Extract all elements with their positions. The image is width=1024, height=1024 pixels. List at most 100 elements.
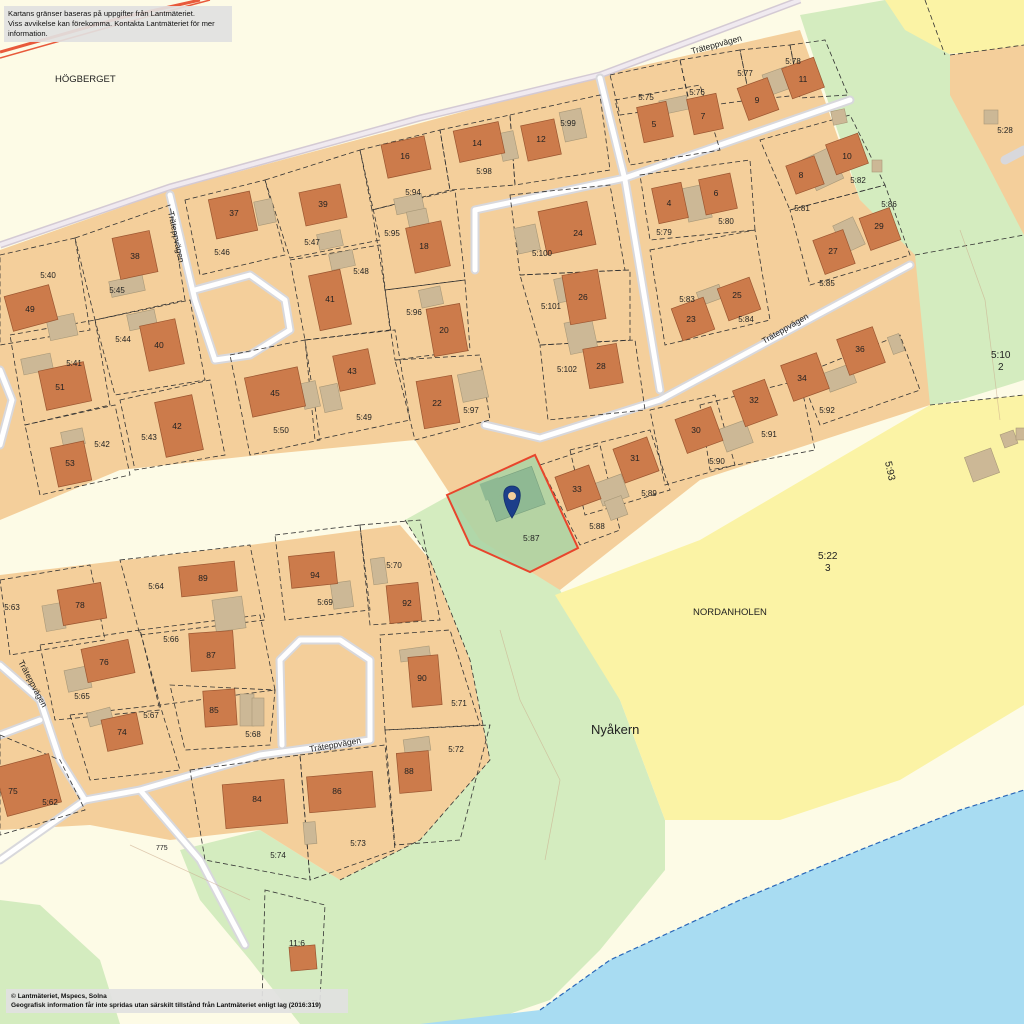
house-number: 78 — [75, 600, 85, 610]
parcel-id: 5:82 — [850, 176, 866, 185]
parcel-id: 5:79 — [656, 228, 672, 237]
house-number: 30 — [691, 425, 701, 435]
parcel-id: 5:89 — [641, 489, 657, 498]
parcel-id: 5:81 — [794, 204, 810, 213]
house-number: 16 — [400, 151, 410, 161]
house-number: 27 — [828, 246, 838, 256]
parcel-id: 5:43 — [141, 433, 157, 442]
parcel-id: 5:74 — [270, 851, 286, 860]
house-number: 34 — [797, 373, 807, 383]
parcel-id: 5:67 — [143, 711, 159, 720]
parcel-id: 5:102 — [557, 365, 578, 374]
parcel-id: 5:68 — [245, 730, 261, 739]
house-number: 51 — [55, 382, 65, 392]
house-number: 8 — [799, 170, 804, 180]
house-number: 43 — [347, 366, 357, 376]
parcel-id: 5:91 — [761, 430, 777, 439]
parcel-id: 5:86 — [881, 200, 897, 209]
boundary-disclaimer: Kartans gränser baseras på uppgifter frå… — [4, 6, 232, 42]
parcel-id: 5:75 — [638, 93, 654, 102]
parcel-id: 5:71 — [451, 699, 467, 708]
house-number: 26 — [578, 292, 588, 302]
house-number: 22 — [432, 398, 442, 408]
parcel-id: 5:62 — [42, 798, 58, 807]
house-number: 40 — [154, 340, 164, 350]
parcel-id: 5:69 — [317, 598, 333, 607]
house-number: 84 — [252, 794, 262, 804]
parcel-label-5-22: 5:22 — [818, 551, 838, 562]
house-number: 32 — [749, 395, 759, 405]
parcel-id: 5:47 — [304, 238, 320, 247]
parcel-id: 5:72 — [448, 745, 464, 754]
parcel-id: 5:98 — [476, 167, 492, 176]
house-number: 37 — [229, 208, 239, 218]
house-number: 12 — [536, 134, 546, 144]
place-label-nordanholen: NORDANHOLEN — [693, 607, 767, 618]
house-number: 25 — [732, 290, 742, 300]
house-number: 18 — [419, 241, 429, 251]
parcel-label-5-10: 5:10 — [991, 350, 1011, 361]
parcel-id: 5:65 — [74, 692, 90, 701]
property-map[interactable]: HÖGBERGET NORDANHOLEN Nyåkern 775 Trätep… — [0, 0, 1024, 1024]
house-number: 11:6 — [289, 938, 305, 948]
house-number: 90 — [417, 673, 427, 683]
house-number: 10 — [842, 151, 852, 161]
elevation-label: 775 — [156, 845, 168, 852]
house-number: 11 — [799, 74, 808, 84]
house-number: 88 — [404, 766, 414, 776]
parcel-id: 5:70 — [386, 561, 402, 570]
house-number: 28 — [596, 361, 606, 371]
parcel-id: 5:44 — [115, 335, 131, 344]
house-number: 39 — [318, 199, 328, 209]
copyright-line-2: Geografisk information får inte spridas … — [11, 1002, 321, 1009]
parcel-id: 5:46 — [214, 248, 230, 257]
parcel-id: 5:28 — [997, 126, 1013, 135]
house-number: 20 — [439, 325, 449, 335]
house-number: 42 — [172, 421, 182, 431]
house-number: 4 — [667, 198, 672, 208]
parcel-id: 5:66 — [163, 635, 179, 644]
house-number: 24 — [573, 228, 583, 238]
parcel-id: 5:85 — [819, 279, 835, 288]
parcel-id: 5:76 — [689, 88, 705, 97]
house-number: 75 — [8, 786, 18, 796]
parcel-id: 5:50 — [273, 426, 289, 435]
parcel-id: 5:41 — [66, 359, 82, 368]
house-number: 85 — [209, 705, 219, 715]
parcel-id: 5:83 — [679, 295, 695, 304]
parcel-id: 5:73 — [350, 839, 366, 848]
parcel-id: 5:84 — [738, 315, 754, 324]
house-number: 89 — [198, 573, 208, 583]
place-label-nyakern: Nyåkern — [591, 722, 639, 737]
house-number: 49 — [25, 304, 35, 314]
house-number: 86 — [332, 786, 342, 796]
house-number: 87 — [206, 650, 216, 660]
place-label-hogberget: HÖGBERGET — [55, 74, 116, 85]
house-number: 14 — [472, 138, 482, 148]
house-number: 23 — [686, 314, 696, 324]
house-number: 74 — [117, 727, 127, 737]
parcel-id: 5:40 — [40, 271, 56, 280]
house-number: 5 — [652, 119, 657, 129]
parcel-id: 5:88 — [589, 522, 605, 531]
parcel-id: 5:96 — [406, 308, 422, 317]
parcel-id: 5:49 — [356, 413, 372, 422]
house-number: 76 — [99, 657, 109, 667]
parcel-id: 5:77 — [737, 69, 753, 78]
house-number: 41 — [325, 294, 335, 304]
parcel-label-5-22-sub: 3 — [825, 563, 831, 574]
parcel-label-5-10-sub: 2 — [998, 362, 1004, 373]
parcel-id: 5:92 — [819, 406, 835, 415]
house-number: 38 — [130, 251, 140, 261]
parcel-id: 5:78 — [785, 57, 801, 66]
parcel-id: 5:64 — [148, 582, 164, 591]
parcel-id: 5:48 — [353, 267, 369, 276]
parcel-id: 5:97 — [463, 406, 479, 415]
parcel-id: 5:100 — [532, 249, 553, 258]
parcel-id: 5:99 — [560, 119, 576, 128]
parcel-id: 5:63 — [4, 603, 20, 612]
house-number: 7 — [701, 111, 706, 121]
parcel-id: 5:94 — [405, 188, 421, 197]
house-number: 94 — [310, 570, 320, 580]
parcel-id: 5:45 — [109, 286, 125, 295]
